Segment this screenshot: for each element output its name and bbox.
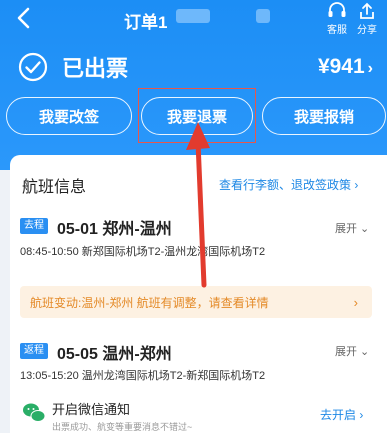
chevron-right-icon: › (353, 294, 358, 310)
customer-service-button[interactable]: 客服 (322, 2, 352, 36)
redacted-text-block (256, 9, 270, 23)
price-value: ¥941 (317, 55, 365, 78)
flight-info-title: 航班信息 (22, 179, 87, 196)
expand-label: 展开 (335, 223, 357, 235)
outbound-date-route: 05-01 郑州-温州 (57, 221, 172, 238)
outbound-tag: 去程 (20, 218, 48, 234)
enable-wechat-notify-button[interactable]: 去开启 › (320, 406, 363, 423)
wechat-icon (23, 403, 46, 422)
share-button[interactable]: 分享 (352, 2, 382, 36)
chevron-right-icon: › (367, 60, 373, 77)
navigation-bar: 订单1 客服 分享 (0, 0, 387, 40)
wechat-notify-subtitle: 出票成功、航变等重要消息不错过~ (52, 422, 193, 432)
page-title: 订单1 (124, 13, 168, 32)
check-circle-icon (18, 52, 48, 82)
reimburse-button[interactable]: 我要报销 (262, 97, 386, 135)
outbound-expand-button[interactable]: 展开 ⌄ (335, 220, 369, 236)
annotation-arrow (186, 122, 210, 288)
chevron-down-icon: ⌄ (357, 346, 370, 358)
chevron-right-icon: › (356, 408, 364, 422)
return-time-airports: 13:05-15:20 温州龙湾国际机场T2-新郑国际机场T2 (20, 370, 266, 382)
change-ticket-button[interactable]: 我要改签 (6, 97, 132, 135)
enable-label: 去开启 (320, 408, 357, 422)
service-label: 客服 (327, 25, 347, 36)
outbound-time-airports: 08:45-10:50 新郑国际机场T2-温州龙湾国际机场T2 (20, 246, 266, 258)
baggage-policy-link[interactable]: 查看行李额、退改签政策 › (219, 176, 358, 193)
share-icon (360, 2, 374, 19)
return-tag: 返程 (20, 343, 48, 359)
flight-change-notice[interactable]: 航班变动:温州-郑州 航班有调整，请查看详情 › (20, 286, 372, 318)
chevron-down-icon: ⌄ (357, 223, 370, 235)
return-date-route: 05-05 温州-郑州 (57, 346, 172, 363)
headset-icon (328, 2, 346, 17)
chevron-right-icon: › (354, 178, 359, 192)
expand-label: 展开 (335, 346, 357, 358)
wechat-notify-title: 开启微信通知 (52, 402, 131, 417)
share-label: 分享 (357, 25, 377, 36)
order-price[interactable]: ¥941 › (318, 55, 373, 79)
notice-text: 航班变动:温州-郑州 航班有调整，请查看详情 (30, 295, 269, 310)
return-expand-button[interactable]: 展开 ⌄ (335, 343, 369, 359)
redacted-text-block (176, 9, 210, 23)
policy-link-text: 查看行李额、退改签政策 (219, 178, 352, 192)
status-text: 已出票 (62, 56, 129, 81)
ticket-status: 已出票 (18, 52, 128, 82)
back-arrow-icon[interactable] (10, 4, 38, 32)
